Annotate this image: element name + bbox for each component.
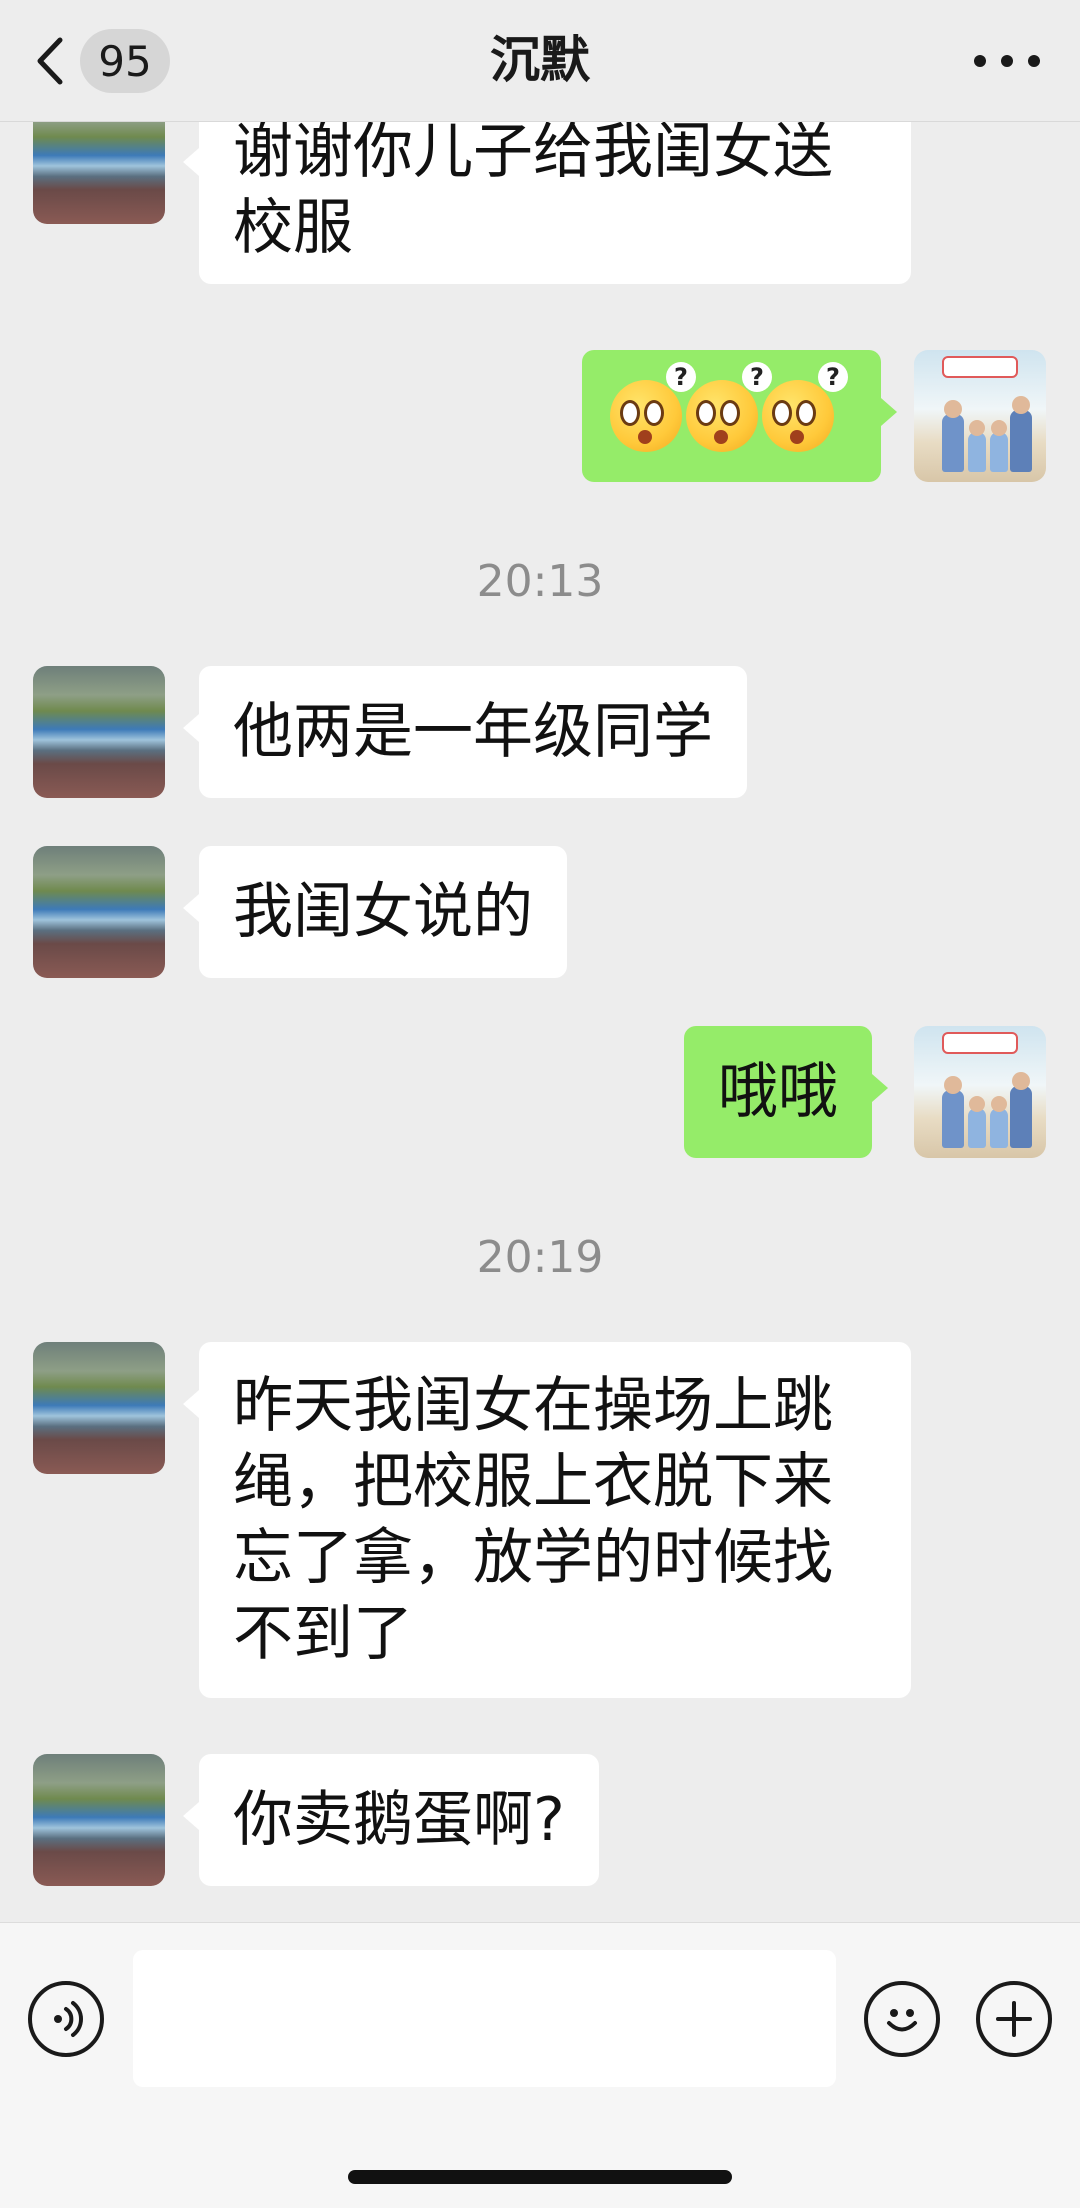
message-text: 你卖鹅蛋啊?: [233, 1785, 565, 1855]
message-text: 他两是一年级同学: [233, 697, 713, 767]
message-bubble-received[interactable]: 昨天我闺女在操场上跳 绳，把校服上衣脱下来 忘了拿，放学的时候找 不到了: [183, 1342, 911, 1698]
plus-button[interactable]: [976, 1981, 1052, 2057]
message-bubble-received[interactable]: 我闺女说的: [183, 846, 567, 978]
message-text: 哦哦: [718, 1057, 838, 1127]
voice-input-button[interactable]: [28, 1981, 104, 2057]
contact-avatar[interactable]: [33, 846, 165, 978]
self-avatar[interactable]: [914, 1026, 1046, 1158]
timestamp: 20:19: [476, 1232, 604, 1283]
chat-header: 95 沉默: [0, 0, 1080, 122]
message-text: 我闺女说的: [233, 877, 533, 947]
message-bubble-received[interactable]: 他两是一年级同学: [183, 666, 747, 798]
avatar-banner: [942, 1032, 1018, 1054]
avatar-banner: [942, 356, 1018, 378]
emoji-face-icon: [887, 2009, 917, 2032]
message-bubble-received[interactable]: 你卖鹅蛋啊?: [183, 1754, 599, 1886]
confused-face-question-icon: ?: [610, 362, 696, 452]
chat-title: 沉默: [490, 31, 590, 89]
confused-face-question-icon: ?: [762, 362, 848, 452]
contact-avatar[interactable]: [33, 666, 165, 798]
contact-avatar[interactable]: [33, 1754, 165, 1886]
message-bubble-sent[interactable]: ? ? ?: [582, 350, 897, 482]
message-bubble-sent[interactable]: 哦哦: [684, 1026, 888, 1158]
home-indicator[interactable]: [348, 2170, 732, 2184]
input-bar: [0, 1922, 1080, 2208]
emoji-group: ? ? ?: [610, 350, 853, 482]
chat-area[interactable]: 谢谢你儿子给我闺女送 校服 ? ? ? 20:13 他两是一年级同学 我闺女说的…: [0, 0, 1080, 1922]
more-options-button[interactable]: [974, 36, 1040, 86]
timestamp: 20:13: [476, 556, 604, 607]
message-text: 昨天我闺女在操场上跳 绳，把校服上衣脱下来 忘了拿，放学的时候找 不到了: [233, 1371, 833, 1669]
contact-avatar[interactable]: [33, 1342, 165, 1474]
voice-input-icon: [54, 2001, 83, 2037]
emoji-button[interactable]: [864, 1981, 940, 2057]
more-horizontal-icon: [974, 55, 986, 67]
self-avatar[interactable]: [914, 350, 1046, 482]
message-text: 谢谢你儿子给我闺女送 校服: [233, 117, 833, 263]
confused-face-question-icon: ?: [686, 362, 772, 452]
plus-circle-icon: [996, 2001, 1032, 2037]
message-input[interactable]: [133, 1950, 836, 2087]
message-bubble-received[interactable]: 谢谢你儿子给我闺女送 校服: [183, 100, 911, 284]
